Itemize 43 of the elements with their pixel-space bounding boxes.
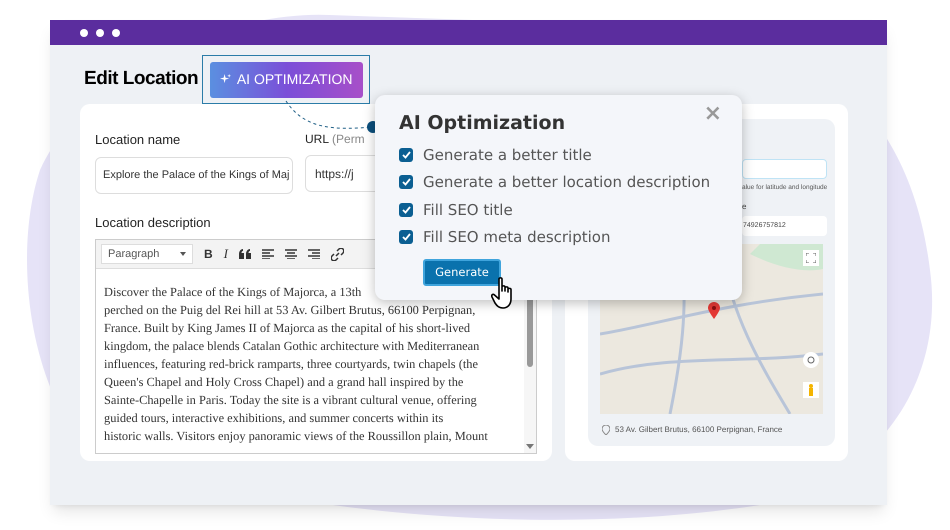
- bold-button[interactable]: B: [204, 245, 213, 263]
- description-line: Queen's Chapel and Holy Cross Chapel) and a grand hall inspired by the: [104, 374, 464, 391]
- field-label: e: [742, 200, 748, 213]
- description-line: influences, featuring red-brick ramparts, three courtyards, twin chapels (the: [104, 356, 478, 373]
- field-label: Location description: [95, 214, 212, 232]
- description-line: France. Built by King James II of Majorca as the capital of his short-lived: [104, 320, 470, 337]
- input-field[interactable]: [742, 159, 827, 179]
- checkbox[interactable]: [399, 230, 413, 244]
- description-line: guided tours, interactive exhibitions, and summer concerts within its: [104, 410, 444, 427]
- field-label: URL: [305, 131, 330, 148]
- caret-icon: [180, 252, 186, 256]
- page-title: Edit Location: [84, 67, 198, 92]
- quote-icon[interactable]: [239, 249, 252, 259]
- location-name-field[interactable]: Explore the Palace of the Kings of Maj: [95, 156, 293, 194]
- option-label[interactable]: Fill SEO title: [423, 198, 513, 221]
- field-hint: (Perm: [332, 131, 365, 148]
- format-dropdown[interactable]: Paragraph: [101, 244, 193, 264]
- description-line: kingdom, the palace blends Catalan Gothic architecture with Mediterranean: [104, 338, 480, 355]
- description-line: perched on the Puig del Rei hill at 53 Av. Gilbert Brutus, 66100 Perpignan,: [104, 302, 476, 319]
- sparkle-icon: [220, 74, 231, 85]
- description-line: Discover the Palace of the Kings of Majorca, a 13th: [104, 284, 362, 301]
- option-label[interactable]: Generate a better title: [423, 144, 592, 166]
- checkbox[interactable]: [399, 148, 413, 162]
- option-label[interactable]: Generate a better location description: [423, 171, 710, 194]
- popup-title: AI Optimization: [399, 111, 566, 136]
- generate-button[interactable]: Generate: [423, 258, 501, 286]
- link-icon[interactable]: [331, 248, 344, 260]
- field-label: Location name: [95, 131, 182, 149]
- address-text: 53 Av. Gilbert Brutus, 66100 Perpignan, France: [615, 424, 782, 436]
- option-label[interactable]: Fill SEO meta description: [423, 226, 610, 248]
- description-line: historic walls. Visitors enjoy panoramic views of the Roussillon plain, Mount: [104, 428, 488, 445]
- align-left-icon[interactable]: [262, 249, 274, 259]
- ai-optimization-button[interactable]: AI OPTIMIZATION: [210, 62, 363, 98]
- align-right-icon[interactable]: [308, 249, 320, 259]
- checkbox[interactable]: [399, 202, 413, 217]
- description-line: Sainte-Chapelle in Paris. Today the site is a vibrant cultural venue, offering: [104, 392, 477, 409]
- checkbox[interactable]: [399, 175, 413, 190]
- fullscreen-icon[interactable]: [803, 250, 819, 266]
- align-center-icon[interactable]: [285, 249, 298, 259]
- scroll-down-icon[interactable]: [526, 444, 534, 449]
- italic-button[interactable]: I: [224, 244, 228, 264]
- map-pin-icon: [708, 302, 720, 319]
- pin-icon: [602, 424, 610, 435]
